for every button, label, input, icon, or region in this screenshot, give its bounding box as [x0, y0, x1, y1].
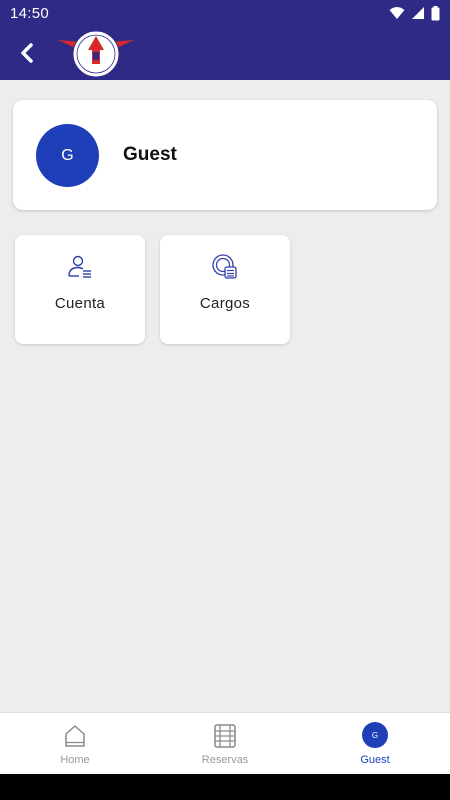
nav-avatar: G: [362, 722, 388, 748]
home-icon: [65, 725, 85, 747]
battery-icon: [431, 5, 440, 20]
chevron-left-icon: [21, 43, 33, 63]
top-bar: 14:50: [0, 0, 450, 80]
club-logo: [56, 28, 136, 80]
cuenta-tile[interactable]: Cuenta: [15, 235, 145, 344]
nav-label-reservas: Reservas: [201, 754, 249, 766]
nav-item-reservas[interactable]: Reservas: [150, 713, 300, 774]
status-icons: [389, 5, 440, 21]
profile-card[interactable]: G Guest: [13, 100, 437, 210]
cargos-label: Cargos: [199, 295, 251, 312]
profile-name: Guest: [123, 144, 177, 165]
signal-icon: [412, 7, 424, 19]
status-time: 14:50: [10, 4, 50, 22]
system-nav-bar: [0, 774, 450, 800]
nav-item-guest[interactable]: G Guest: [300, 713, 450, 774]
nav-label-home: Home: [60, 754, 90, 766]
user-list-icon: [68, 255, 91, 278]
app-bar: [0, 26, 450, 80]
nav-label-guest: Guest: [360, 754, 390, 766]
cuenta-label: Cuenta: [54, 295, 106, 312]
avatar: G: [36, 124, 99, 187]
bottom-nav: Home Reservas G Guest: [0, 712, 450, 774]
cargos-tile[interactable]: Cargos: [160, 235, 290, 344]
back-button[interactable]: [12, 36, 42, 70]
coins-icon: [212, 254, 237, 279]
nav-item-home[interactable]: Home: [0, 713, 150, 774]
status-bar: 14:50: [0, 0, 450, 26]
wifi-icon: [389, 7, 405, 19]
calendar-grid-icon: [214, 724, 236, 748]
